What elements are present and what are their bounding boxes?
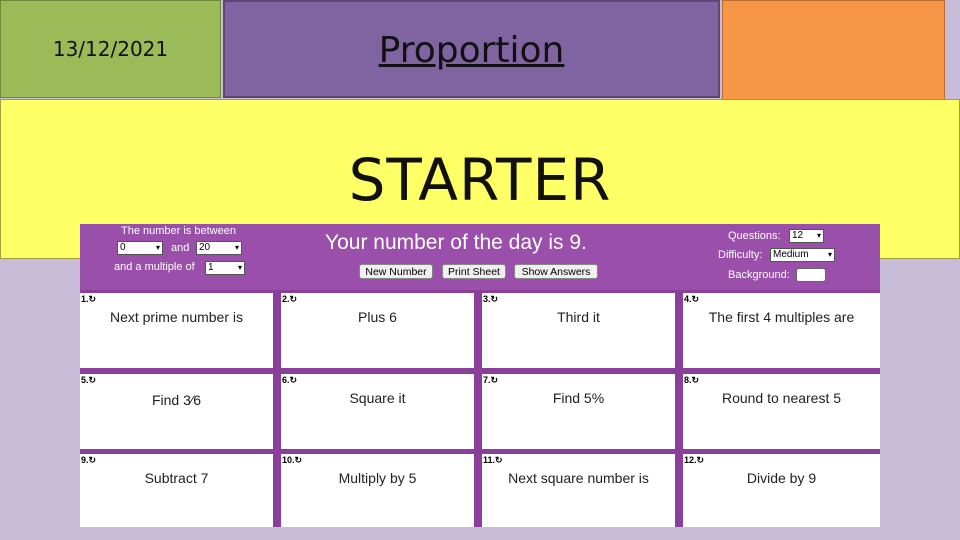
- chevron-down-icon: ▾: [237, 263, 242, 272]
- question-text: Third it: [557, 309, 600, 325]
- multiple-select[interactable]: 1 ▾: [205, 261, 245, 275]
- headline: Your number of the day is 9.: [325, 231, 587, 254]
- chevron-down-icon: ▾: [155, 243, 160, 252]
- page-title: Proportion: [378, 30, 565, 71]
- question-number[interactable]: 6.↻: [282, 375, 297, 386]
- question-text: Square it: [349, 390, 406, 406]
- question-number[interactable]: 7.↻: [483, 375, 498, 386]
- question-number[interactable]: 5.↻: [81, 375, 96, 386]
- new-number-button[interactable]: New Number: [359, 264, 433, 279]
- question-card: 4.↻ The first 4 multiples are: [683, 293, 880, 368]
- chevron-down-icon: ▾: [234, 243, 239, 252]
- multiple-label: and a multiple of: [114, 261, 195, 273]
- title-box: Proportion: [223, 0, 720, 98]
- starter-heading: STARTER: [348, 146, 612, 214]
- question-number[interactable]: 9.↻: [81, 455, 96, 466]
- difficulty-label: Difficulty:: [718, 249, 763, 261]
- date-text: 13/12/2021: [52, 37, 169, 61]
- date-box: 13/12/2021: [0, 0, 221, 98]
- question-card: 3.↻ Third it: [482, 293, 675, 368]
- question-card: 5.↻ Find 3⁄6: [80, 374, 273, 449]
- question-card: 10.↻ Multiply by 5: [281, 454, 474, 527]
- range-to-value: 20: [199, 242, 211, 253]
- question-card: 12.↻ Divide by 9: [683, 454, 880, 527]
- question-card: 1.↻ Next prime number is: [80, 293, 273, 368]
- range-from-value: 0: [120, 242, 126, 253]
- range-to-select[interactable]: 20 ▾: [196, 241, 242, 255]
- question-card: 9.↻ Subtract 7: [80, 454, 273, 527]
- question-number[interactable]: 11.↻: [483, 455, 503, 466]
- question-text: Subtract 7: [144, 470, 209, 486]
- question-text: Plus 6: [358, 309, 397, 325]
- difficulty-value: Medium: [773, 249, 809, 260]
- orange-box: [722, 0, 945, 101]
- and-label: and: [171, 242, 190, 254]
- background-color-picker[interactable]: [796, 268, 826, 282]
- question-text: Multiply by 5: [338, 470, 417, 486]
- questions-select[interactable]: 12 ▾: [789, 229, 824, 243]
- app-toolbar: The number is between 0 ▾ and 20 ▾ and a m…: [80, 224, 880, 290]
- question-text: Divide by 9: [746, 470, 817, 486]
- question-text: Next prime number is: [109, 309, 244, 325]
- question-number[interactable]: 8.↻: [684, 375, 699, 386]
- fraction: 3⁄6: [183, 392, 202, 408]
- question-text: Find 5%: [552, 390, 605, 406]
- question-text: Find 3⁄6: [80, 392, 273, 408]
- background-label: Background:: [728, 269, 790, 281]
- chevron-down-icon: ▾: [816, 231, 821, 240]
- question-card: 6.↻ Square it: [281, 374, 474, 449]
- range-from-select[interactable]: 0 ▾: [117, 241, 163, 255]
- question-card: 2.↻ Plus 6: [281, 293, 474, 368]
- question-number[interactable]: 3.↻: [483, 294, 498, 305]
- question-number[interactable]: 4.↻: [684, 294, 699, 305]
- multiple-value: 1: [208, 262, 214, 273]
- question-number[interactable]: 12.↻: [684, 455, 704, 466]
- question-card: 7.↻ Find 5%: [482, 374, 675, 449]
- question-card: 11.↻ Next square number is: [482, 454, 675, 527]
- show-answers-button[interactable]: Show Answers: [514, 264, 598, 279]
- question-text: Next square number is: [508, 470, 649, 486]
- question-number[interactable]: 1.↻: [81, 294, 96, 305]
- question-number[interactable]: 10.↻: [282, 455, 302, 466]
- range-label: The number is between: [121, 225, 236, 237]
- print-sheet-button[interactable]: Print Sheet: [442, 264, 506, 279]
- questions-value: 12: [792, 230, 804, 241]
- question-text: Round to nearest 5: [721, 390, 842, 406]
- question-text: The first 4 multiples are: [708, 309, 855, 325]
- questions-label: Questions:: [728, 230, 781, 242]
- number-of-the-day-app: The number is between 0 ▾ and 20 ▾ and a m…: [80, 224, 880, 527]
- question-card: 8.↻ Round to nearest 5: [683, 374, 880, 449]
- question-text-prefix: Find: [151, 392, 184, 408]
- difficulty-select[interactable]: Medium ▾: [770, 248, 835, 262]
- chevron-down-icon: ▾: [827, 250, 832, 259]
- question-number[interactable]: 2.↻: [282, 294, 297, 305]
